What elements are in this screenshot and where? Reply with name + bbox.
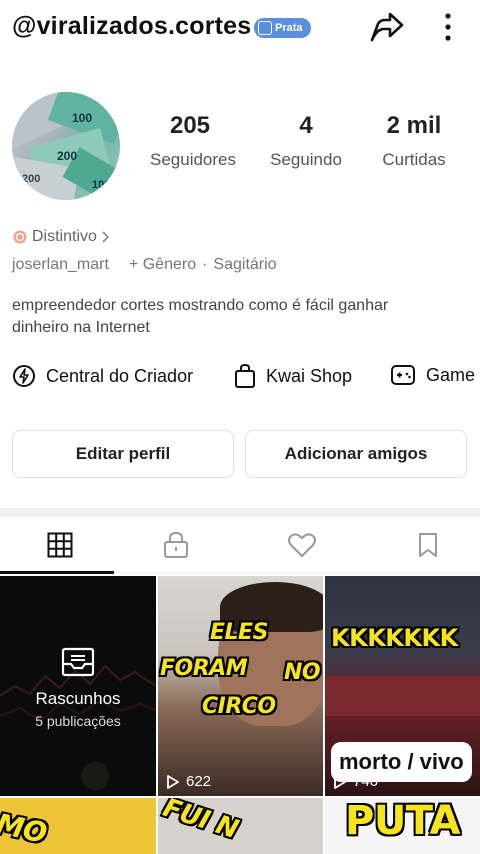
- distintivo-link[interactable]: Distintivo: [12, 228, 111, 246]
- badge-icon: [258, 21, 272, 35]
- kwai-shop-button[interactable]: Kwai Shop: [234, 363, 352, 389]
- game-button[interactable]: Game: [390, 363, 475, 387]
- likes-stat[interactable]: 2 mil Curtidas: [374, 112, 454, 170]
- drafts-inbox-icon: [61, 647, 95, 677]
- creator-center-button[interactable]: Central do Criador: [12, 363, 193, 389]
- followers-label: Seguidores: [150, 150, 237, 169]
- top-bar: @viralizados.cortes Prata: [0, 0, 480, 58]
- creator-center-label: Central do Criador: [46, 365, 194, 386]
- tab-liked[interactable]: [242, 517, 362, 573]
- content-tabs: [0, 517, 480, 574]
- medal-icon: [13, 230, 27, 244]
- gender-button[interactable]: + Gênero: [129, 256, 196, 274]
- video-tile[interactable]: ELES FORAM NO CIRCO 622: [158, 576, 323, 796]
- followers-stat[interactable]: 205 Seguidores: [150, 112, 237, 170]
- info-separator: ·: [202, 256, 208, 273]
- share-button[interactable]: [366, 10, 406, 44]
- following-label: Seguindo: [270, 150, 342, 169]
- following-stat[interactable]: 4 Seguindo: [264, 112, 348, 170]
- video-caption: MO: [0, 807, 50, 850]
- add-friends-button[interactable]: Adicionar amigos: [245, 430, 467, 478]
- edit-profile-button[interactable]: Editar perfil: [12, 430, 234, 478]
- likes-label: Curtidas: [382, 150, 446, 169]
- bookmark-icon: [419, 533, 437, 557]
- active-tab-indicator: [0, 571, 114, 574]
- following-count: 4: [299, 112, 313, 139]
- svg-text:200: 200: [22, 173, 40, 185]
- view-count: 746: [333, 773, 378, 790]
- svg-text:100: 100: [92, 179, 110, 191]
- distintivo-label: Distintivo: [32, 228, 97, 245]
- video-tile[interactable]: PUTA: [325, 798, 480, 854]
- kwai-shop-label: Kwai Shop: [266, 365, 353, 386]
- chevron-right-icon: [102, 231, 110, 243]
- view-count-value: 746: [353, 773, 379, 790]
- drafts-info: Rascunhos 5 publicações: [0, 646, 156, 729]
- video-thumbnail-stage: [325, 676, 480, 716]
- bio-line-1: empreendedor cortes mostrando como é fác…: [12, 297, 389, 314]
- video-tile[interactable]: FUI N: [158, 798, 323, 854]
- section-divider: [0, 508, 480, 517]
- profile-handle: joserlan_mart: [12, 256, 109, 273]
- avatar[interactable]: 100 200 200 100: [12, 92, 120, 200]
- likes-count: 2 mil: [386, 112, 442, 139]
- zodiac-sign[interactable]: Sagitário: [213, 256, 276, 274]
- svg-text:100: 100: [72, 111, 92, 125]
- video-caption: PUTA: [345, 798, 460, 844]
- play-icon: [334, 774, 346, 789]
- video-tile[interactable]: MO: [0, 798, 156, 854]
- lightning-icon: [13, 365, 35, 387]
- drafts-title: Rascunhos: [35, 689, 121, 708]
- tab-private[interactable]: [116, 517, 236, 573]
- followers-count: 205: [169, 112, 211, 139]
- video-caption: KKKKKKK: [331, 624, 458, 652]
- view-count: 622: [166, 773, 211, 790]
- svg-text:200: 200: [57, 149, 77, 163]
- tab-saved[interactable]: [368, 517, 480, 573]
- video-caption: CIRCO: [202, 694, 276, 719]
- badge-label: Prata: [275, 22, 303, 34]
- video-caption: ELES: [210, 620, 268, 645]
- heart-icon: [288, 533, 316, 557]
- profile-stats: 205 Seguidores 4 Seguindo 2 mil Curtidas: [140, 112, 480, 182]
- video-caption: FUI N: [159, 798, 242, 846]
- share-arrow-icon: [370, 12, 404, 42]
- video-caption: NO: [284, 660, 321, 685]
- drafts-count: 5 publicações: [35, 713, 121, 729]
- video-grid: Rascunhos 5 publicações ELES FORAM NO CI…: [0, 576, 480, 854]
- creator-tools-row: Central do Criador Kwai Shop Game: [12, 363, 480, 393]
- tab-grid[interactable]: [0, 517, 120, 574]
- more-vertical-icon: [445, 13, 451, 41]
- bio-line-2: dinheiro na Internet: [12, 319, 150, 336]
- lock-icon: [164, 531, 188, 558]
- view-count-value: 622: [186, 773, 212, 790]
- video-caption: FORAM: [160, 656, 248, 681]
- grid-icon: [47, 532, 73, 558]
- gamepad-icon: [391, 365, 415, 385]
- drafts-tile[interactable]: Rascunhos 5 publicações: [0, 576, 156, 796]
- avatar-image: 100 200 200 100: [12, 92, 120, 200]
- profile-username: @viralizados.cortes: [12, 12, 252, 40]
- tier-badge[interactable]: Prata: [254, 18, 311, 38]
- game-label: Game: [426, 364, 476, 385]
- shopping-bag-icon: [235, 363, 255, 388]
- play-icon: [167, 774, 179, 789]
- profile-info-row: joserlan_mart + Gênero · Sagitário: [12, 256, 277, 274]
- profile-bio: empreendedor cortes mostrando como é fác…: [12, 295, 472, 339]
- more-options-button[interactable]: [436, 10, 460, 44]
- video-tile[interactable]: KKKKKKK morto / vivo 746: [325, 576, 480, 796]
